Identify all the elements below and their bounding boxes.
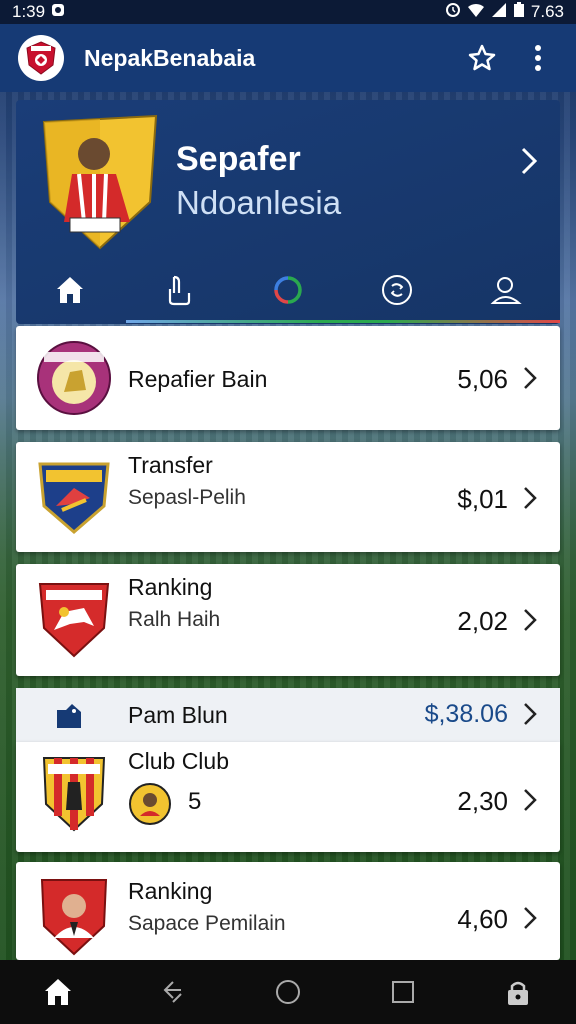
player-country: Ndoanlesia — [176, 184, 342, 221]
more-options-button[interactable] — [518, 38, 558, 78]
notification-icon — [51, 2, 65, 22]
lock-icon — [508, 981, 529, 1005]
nav-home-button[interactable] — [34, 968, 82, 1016]
star-outline-icon — [468, 44, 496, 71]
card-subtitle: Sapace Pemilain — [128, 912, 286, 935]
player-badge — [34, 112, 166, 252]
battery-icon — [513, 1, 525, 23]
section-header[interactable]: Pam Blun $,38.06 — [16, 688, 560, 742]
status-bar: 1:39 7.63 — [0, 0, 576, 24]
card-value: 2,30 — [457, 786, 508, 816]
more-vert-icon — [535, 45, 541, 71]
section-value: $,38.06 — [424, 700, 508, 728]
club-count: 5 — [188, 788, 202, 815]
battery-level: 7.63 — [530, 2, 564, 21]
card-title: Ranking — [128, 574, 213, 600]
home-icon — [57, 277, 84, 303]
tab-home[interactable] — [16, 260, 125, 320]
card-subtitle: Ralh Haih — [128, 608, 221, 631]
nav-recents-button[interactable] — [379, 968, 427, 1016]
tag-icon — [54, 702, 84, 735]
card-value: 5,06 — [457, 364, 508, 394]
player-hero-card[interactable]: Sepafer Ndoanlesia — [16, 100, 560, 324]
card-value: 2,02 — [457, 606, 508, 636]
nav-lock-button[interactable] — [494, 968, 542, 1016]
nav-back-button[interactable] — [149, 968, 197, 1016]
home-icon — [44, 979, 71, 1005]
app-bar: NepakBenabaia — [0, 24, 576, 92]
chevron-right-icon[interactable] — [520, 786, 540, 814]
chevron-right-icon[interactable] — [514, 146, 544, 176]
card-value: $,01 — [457, 484, 508, 514]
person-icon — [490, 277, 522, 304]
club-card[interactable]: Club Club 5 2,30 — [16, 742, 560, 852]
tab-refresh[interactable] — [234, 260, 343, 320]
card-value: 4,60 — [457, 904, 508, 934]
player-name: Sepafer — [176, 140, 301, 178]
list-item-card[interactable]: Ranking Ralh Haih 2,02 — [16, 564, 560, 676]
chevron-right-icon[interactable] — [520, 700, 540, 733]
sync-circle-icon — [381, 275, 412, 305]
club-logo-icon — [34, 338, 114, 418]
card-subtitle: Sepasl-Pelih — [128, 486, 246, 509]
chevron-right-icon[interactable] — [520, 364, 540, 392]
section-title: Pam Blun — [128, 702, 228, 728]
hero-tab-bar — [16, 260, 560, 320]
chevron-right-icon[interactable] — [520, 606, 540, 634]
app-logo[interactable] — [18, 35, 64, 81]
refresh-colored-icon — [274, 276, 302, 304]
chevron-right-icon[interactable] — [520, 904, 540, 932]
nav-overview-button[interactable] — [264, 968, 312, 1016]
list-item-card[interactable]: Ranking Sapace Pemilain 4,60 — [16, 862, 560, 960]
alarm-icon — [445, 2, 461, 23]
app-title: NepakBenabaia — [84, 44, 256, 71]
club-logo-icon — [34, 752, 114, 832]
tab-touch[interactable] — [125, 260, 234, 320]
wifi-icon — [467, 2, 485, 23]
tab-indicator — [126, 320, 560, 323]
square-recents-icon — [392, 981, 415, 1003]
favorite-button[interactable] — [462, 38, 502, 78]
status-time: 1:39 — [12, 2, 46, 21]
card-title: Club Club — [128, 748, 229, 774]
touch-icon — [169, 275, 191, 306]
card-title: Repafier Bain — [128, 366, 268, 392]
club-avatar — [128, 782, 172, 831]
chevron-right-icon[interactable] — [520, 484, 540, 512]
bottom-navigation-bar — [0, 960, 576, 1024]
tab-profile[interactable] — [451, 260, 560, 320]
club-logo-icon — [34, 456, 114, 536]
player-logo-icon — [34, 876, 114, 956]
tab-sync[interactable] — [342, 260, 451, 320]
back-icon — [163, 981, 182, 1003]
club-logo-icon — [34, 578, 114, 658]
list-item-card[interactable]: Repafier Bain 5,06 — [16, 326, 560, 430]
list-item-card[interactable]: Transfer Sepasl-Pelih $,01 — [16, 442, 560, 552]
card-title: Transfer — [128, 452, 213, 478]
circle-home-icon — [275, 980, 300, 1004]
signal-icon — [491, 2, 507, 23]
card-title: Ranking — [128, 878, 213, 904]
